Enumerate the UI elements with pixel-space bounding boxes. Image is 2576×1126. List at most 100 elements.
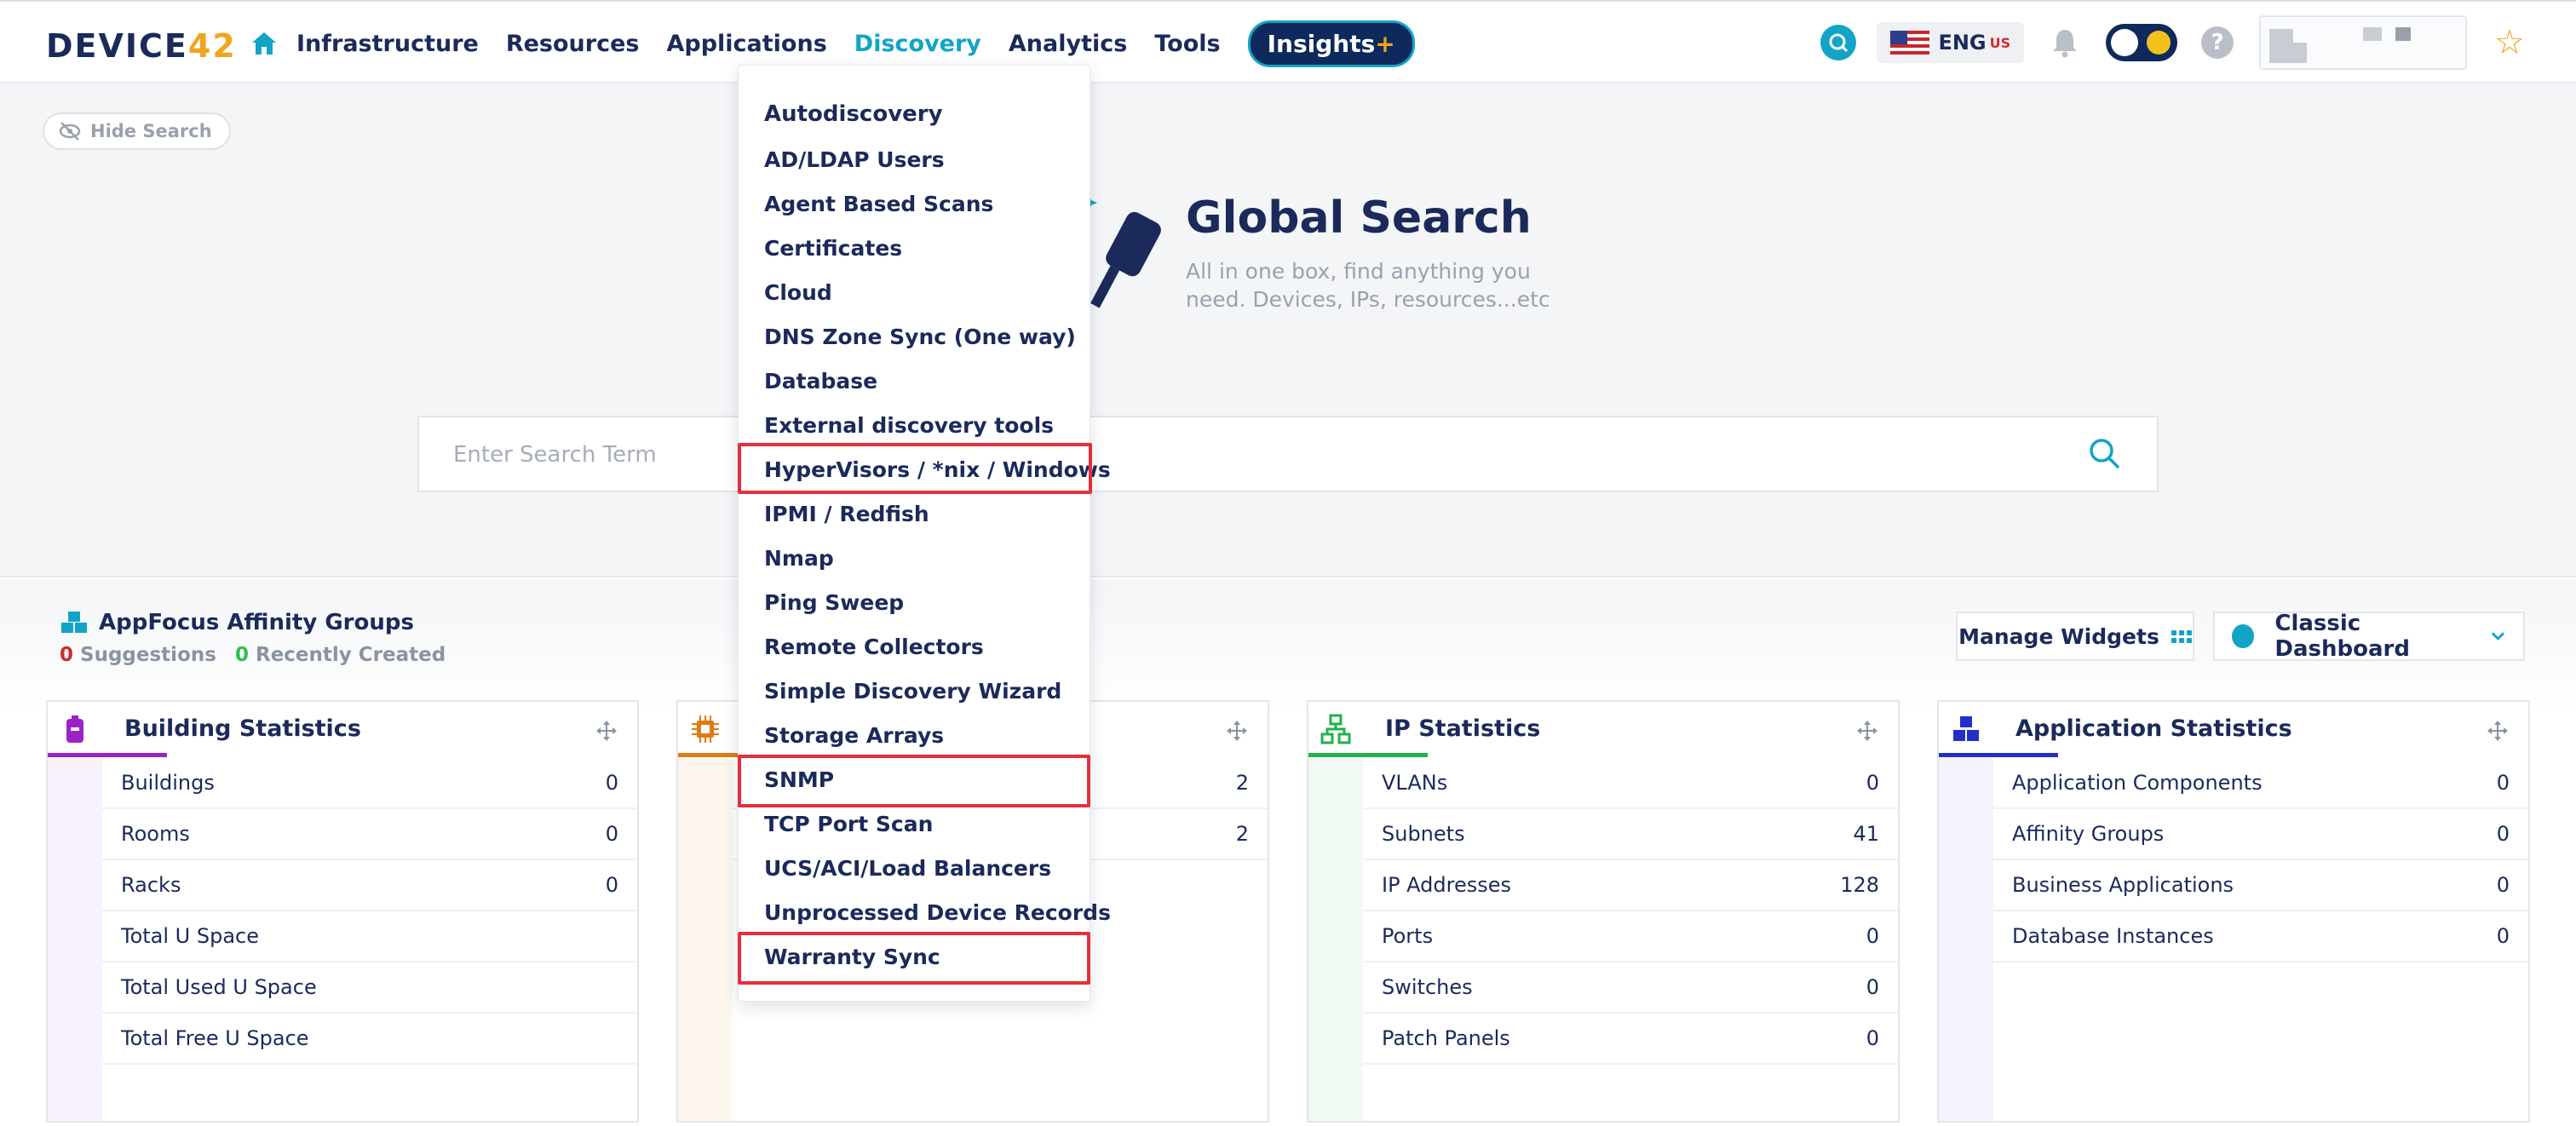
nav-item-tools[interactable]: Tools: [1154, 31, 1220, 57]
table-row[interactable]: Database Instances 0: [1993, 911, 2528, 962]
suggestions-label[interactable]: Suggestions: [80, 644, 216, 666]
recently-created-label[interactable]: Recently Created: [256, 644, 446, 666]
table-row[interactable]: Patch Panels 0: [1363, 1014, 1898, 1065]
table-row[interactable]: Total Free U Space: [102, 1014, 637, 1065]
menu-item-ucs-aci-load-balancers[interactable]: UCS/ACI/Load Balancers: [764, 856, 1051, 881]
insights-plus: +: [1375, 29, 1395, 58]
table-row[interactable]: Ports 0: [1363, 911, 1898, 962]
favorite-star-icon[interactable]: ☆: [2494, 26, 2525, 60]
widget-title: Application Statistics: [2015, 715, 2292, 742]
menu-item-ipmi-redfish[interactable]: IPMI / Redfish: [764, 502, 929, 526]
menu-item-nmap[interactable]: Nmap: [764, 546, 834, 571]
table-row[interactable]: Buildings 0: [102, 758, 637, 809]
row-value: 0: [605, 771, 618, 795]
menu-item-external-discovery-tools[interactable]: External discovery tools: [764, 413, 1054, 438]
move-handle-icon[interactable]: [595, 719, 618, 743]
header-tools: ENG US ? ☆: [1820, 15, 2525, 70]
insights-label: Insights: [1267, 29, 1376, 58]
gauge-icon: [2232, 624, 2255, 648]
row-value: 0: [2496, 822, 2510, 846]
highlight-box-snmp: [738, 755, 1090, 807]
menu-item-autodiscovery[interactable]: Autodiscovery: [764, 101, 943, 127]
help-icon[interactable]: ?: [2201, 26, 2234, 59]
global-search-bar: [417, 416, 2159, 492]
menu-item-ping-sweep[interactable]: Ping Sweep: [764, 590, 904, 615]
sun-icon: [2147, 31, 2171, 55]
menu-item-agent-based-scans[interactable]: Agent Based Scans: [764, 192, 993, 216]
device42-logo[interactable]: DEVICE42: [46, 27, 237, 65]
widget-side-strip: [678, 758, 733, 1121]
search-input[interactable]: [453, 436, 2072, 474]
table-row[interactable]: Application Components 0: [1993, 758, 2528, 809]
bell-icon[interactable]: [2048, 26, 2082, 60]
nav-item-discovery[interactable]: Discovery: [854, 31, 981, 57]
dashboard-select[interactable]: Classic Dashboard: [2213, 611, 2525, 662]
menu-item-certificates[interactable]: Certificates: [764, 236, 902, 261]
row-label: Application Components: [2012, 771, 2263, 795]
row-label: Switches: [1382, 975, 1473, 999]
language-selector[interactable]: ENG US: [1877, 22, 2025, 63]
building-icon: [66, 715, 83, 743]
table-row[interactable]: Business Applications 0: [1993, 860, 2528, 911]
widget-side-strip: [1308, 758, 1363, 1121]
menu-item-ad-ldap-users[interactable]: AD/LDAP Users: [764, 147, 945, 172]
nav-item-resources[interactable]: Resources: [506, 31, 640, 57]
global-search-subtitle: All in one box, find anything you need. …: [1186, 259, 1550, 312]
row-label: Subnets: [1382, 822, 1465, 846]
language-code: ENG: [1938, 31, 1987, 55]
help-glyph: ?: [2211, 30, 2224, 55]
menu-item-database[interactable]: Database: [764, 369, 877, 394]
move-handle-icon[interactable]: [1225, 719, 1249, 743]
global-search-icon[interactable]: [1820, 25, 1857, 60]
widget-accent-line: [48, 753, 167, 757]
widget-title: Building Statistics: [124, 715, 361, 742]
row-label: Business Applications: [2012, 873, 2234, 897]
nav-item-applications[interactable]: Applications: [666, 31, 826, 57]
menu-item-tcp-port-scan[interactable]: TCP Port Scan: [764, 812, 933, 836]
table-row[interactable]: Subnets 41: [1363, 809, 1898, 860]
widget-accent-line: [1939, 753, 2058, 757]
row-value: 2: [1235, 771, 1249, 795]
user-avatar-menu[interactable]: [2259, 15, 2468, 70]
menu-item-remote-collectors[interactable]: Remote Collectors: [764, 635, 984, 659]
table-row[interactable]: Total Used U Space: [102, 962, 637, 1014]
dashboard-area: AppFocus Affinity Groups 0 Suggestions 0…: [0, 579, 2576, 1126]
menu-item-dns-zone-sync[interactable]: DNS Zone Sync (One way): [764, 325, 1076, 349]
table-row[interactable]: Racks 0: [102, 860, 637, 911]
row-value: 0: [605, 873, 618, 897]
application-statistics-widget: Application Statistics Application Compo…: [1937, 700, 2530, 1123]
toggle-knob: [2111, 29, 2139, 56]
hide-search-button[interactable]: Hide Search: [43, 112, 231, 150]
affinity-groups-summary: AppFocus Affinity Groups 0 Suggestions 0…: [60, 610, 446, 666]
table-row[interactable]: IP Addresses 128: [1363, 860, 1898, 911]
widget-rows: Application Components 0 Affinity Groups 0…: [1993, 758, 2528, 962]
table-row[interactable]: Total U Space: [102, 911, 637, 962]
row-value: 0: [2496, 873, 2510, 897]
main-nav: Infrastructure Resources Applications Di…: [247, 20, 1415, 67]
manage-widgets-button[interactable]: Manage Widgets: [1956, 612, 2194, 661]
ip-statistics-widget: IP Statistics VLANs 0 Subnets 41 IP Addres…: [1307, 700, 1900, 1123]
cubes-icon: [61, 612, 87, 633]
menu-item-simple-discovery-wizard[interactable]: Simple Discovery Wizard: [764, 679, 1061, 704]
menu-item-cloud[interactable]: Cloud: [764, 280, 832, 305]
table-row[interactable]: VLANs 0: [1363, 758, 1898, 809]
theme-toggle[interactable]: [2106, 24, 2178, 61]
move-handle-icon[interactable]: [2486, 719, 2510, 743]
table-row[interactable]: Affinity Groups 0: [1993, 809, 2528, 860]
global-search-title: Global Search: [1186, 192, 1532, 244]
move-handle-icon[interactable]: [1855, 719, 1879, 743]
menu-item-storage-arrays[interactable]: Storage Arrays: [764, 723, 944, 748]
row-value: 0: [1866, 975, 1879, 999]
insights-button[interactable]: Insights+: [1247, 20, 1415, 67]
row-value: 0: [1866, 924, 1879, 948]
table-row[interactable]: Switches 0: [1363, 962, 1898, 1014]
menu-item-unprocessed-device-records[interactable]: Unprocessed Device Records: [764, 900, 1111, 925]
affinity-groups-link[interactable]: AppFocus Affinity Groups: [60, 610, 446, 635]
home-icon[interactable]: [247, 26, 281, 60]
table-row[interactable]: Rooms 0: [102, 809, 637, 860]
row-value: 128: [1840, 873, 1879, 897]
row-label: VLANs: [1382, 771, 1448, 795]
search-icon[interactable]: [2085, 434, 2123, 472]
nav-item-infrastructure[interactable]: Infrastructure: [296, 31, 479, 57]
nav-item-analytics[interactable]: Analytics: [1009, 31, 1127, 57]
